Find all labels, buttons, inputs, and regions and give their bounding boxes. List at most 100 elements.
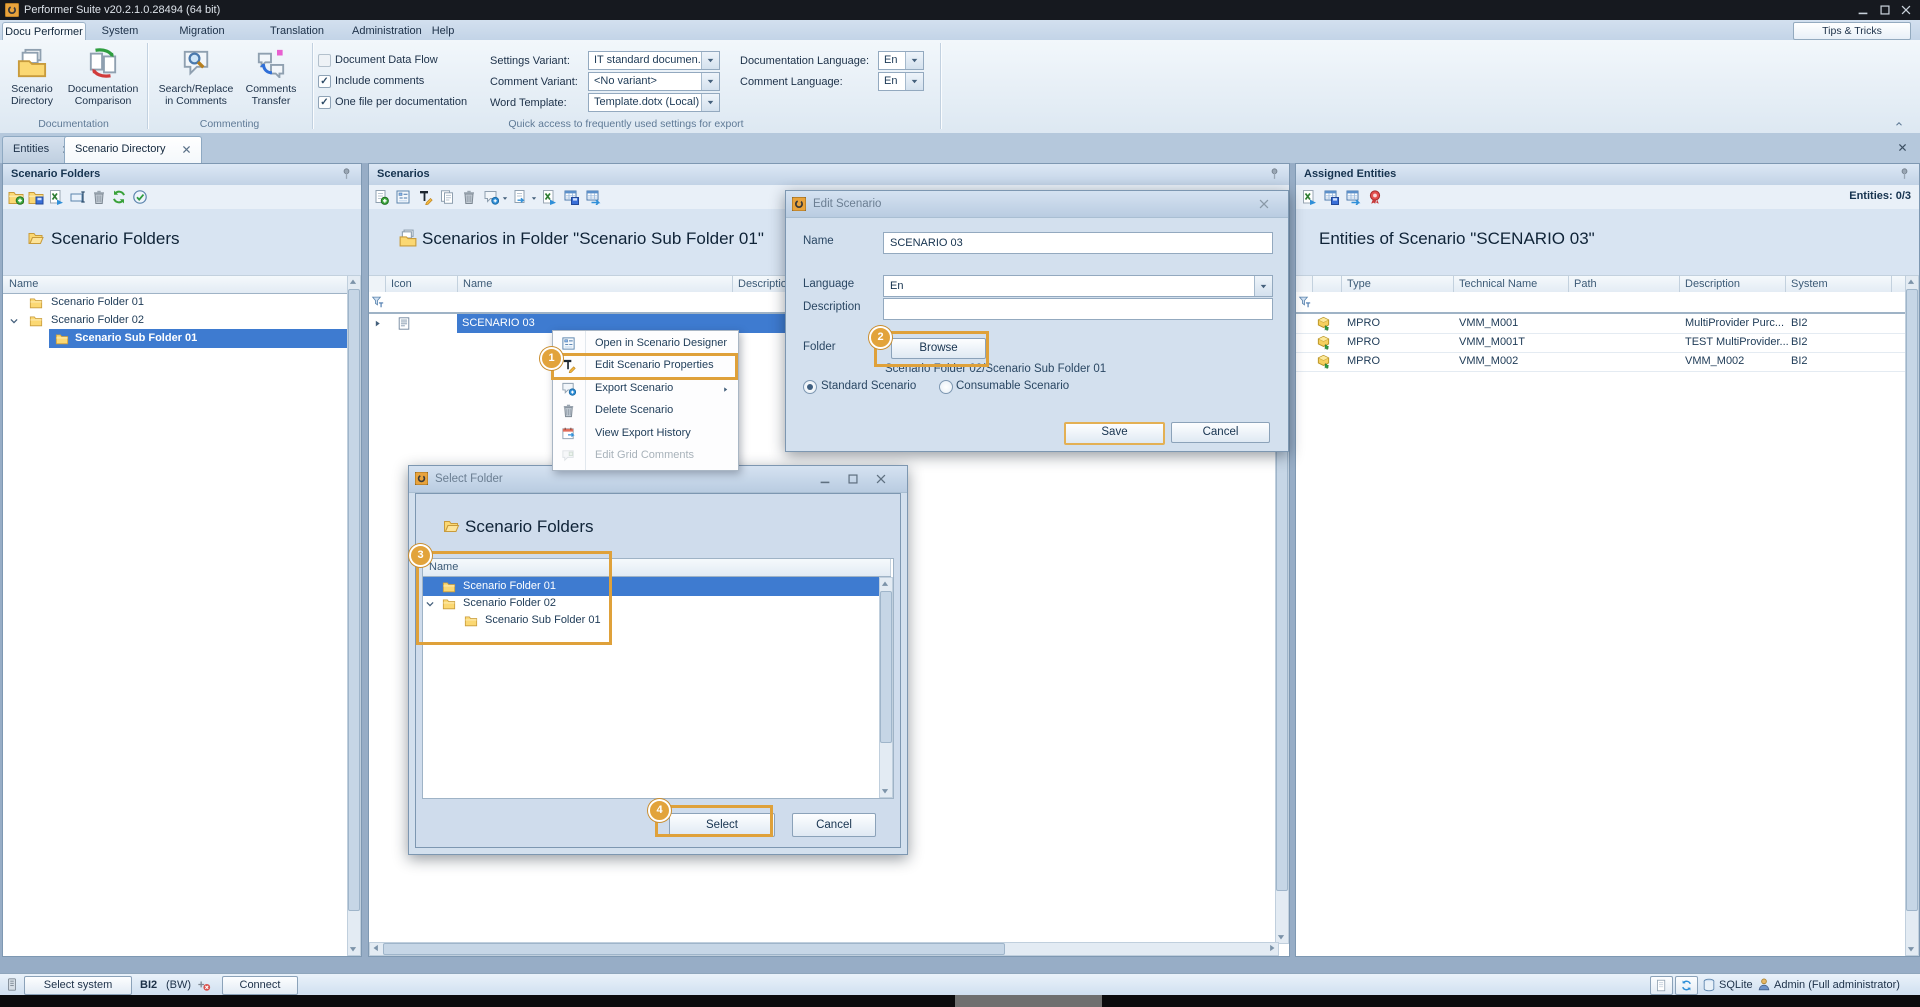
doc-tab-scenario-directory[interactable]: Scenario Directory: [64, 136, 202, 163]
tips-and-tricks-button[interactable]: Tips & Tricks: [1793, 22, 1911, 40]
dropdown-arrow[interactable]: [701, 73, 719, 90]
dropdown-arrow[interactable]: [1254, 276, 1272, 296]
entity-row[interactable]: MPRO VMM_M001T TEST MultiProvider... BI2: [1296, 333, 1907, 353]
comment-variant-select[interactable]: <No variant>: [588, 72, 720, 91]
scroll-down-icon[interactable]: [1906, 944, 1916, 954]
documentation-comparison-button[interactable]: Documentation Comparison: [60, 48, 146, 107]
dropdown-arrow[interactable]: [701, 94, 719, 111]
collapse-ribbon-icon[interactable]: [1894, 120, 1904, 128]
cancel-button[interactable]: Cancel: [1171, 422, 1270, 443]
comment-language-select[interactable]: En: [878, 72, 924, 91]
scroll-up-icon[interactable]: [880, 579, 890, 589]
tree-item-scenario-folder-01[interactable]: Scenario Folder 01: [3, 293, 349, 312]
scroll-left-icon[interactable]: [371, 943, 381, 953]
document-data-flow-checkbox[interactable]: [318, 54, 331, 67]
pin-icon[interactable]: [1898, 167, 1911, 181]
scroll-up-icon[interactable]: [1906, 277, 1916, 287]
menu-item-export-scenario[interactable]: Export Scenario: [554, 378, 737, 400]
icon-column-header[interactable]: Icon: [385, 276, 458, 293]
export-comment-icon[interactable]: [483, 189, 499, 205]
comments-transfer-button[interactable]: Comments Transfer: [238, 48, 304, 107]
menu-item-view-export-history[interactable]: View Export History: [554, 423, 737, 445]
close-icon[interactable]: [181, 144, 192, 155]
search-replace-comments-button[interactable]: Search/Replace in Comments: [156, 48, 236, 107]
scrollbar-thumb[interactable]: [1906, 289, 1918, 911]
consumable-scenario-radio[interactable]: [939, 380, 953, 394]
save-button[interactable]: Save: [1064, 422, 1165, 445]
standard-scenario-radio[interactable]: [803, 380, 817, 394]
filter-icon[interactable]: [371, 295, 384, 309]
save-grid-icon[interactable]: [1323, 189, 1339, 205]
vertical-scrollbar[interactable]: [1905, 275, 1919, 956]
export-excel-icon[interactable]: [48, 189, 64, 205]
save-grid-icon[interactable]: [563, 189, 579, 205]
type-column-header[interactable]: Type: [1341, 276, 1454, 293]
minimize-button-icon[interactable]: [1855, 3, 1871, 17]
entity-row[interactable]: MPRO VMM_M002 VMM_M002 BI2: [1296, 352, 1907, 372]
scrollbar-thumb[interactable]: [880, 591, 892, 743]
copy-icon[interactable]: [439, 189, 455, 205]
export-excel-icon[interactable]: [541, 189, 557, 205]
filter-icon[interactable]: [1298, 295, 1311, 309]
technical-name-column-header[interactable]: Technical Name: [1453, 276, 1569, 293]
tab-migration-booster[interactable]: Migration Booster: [162, 22, 242, 40]
export-document-icon[interactable]: [512, 189, 528, 205]
scroll-up-icon[interactable]: [348, 277, 358, 287]
transfer-grid-icon[interactable]: [585, 189, 601, 205]
name-column-header[interactable]: Name: [3, 276, 349, 293]
scroll-down-icon[interactable]: [880, 786, 890, 796]
add-folder-icon[interactable]: [8, 189, 24, 205]
menu-item-delete-scenario[interactable]: Delete Scenario: [554, 400, 737, 422]
dialog-close-icon[interactable]: [873, 472, 889, 486]
pin-icon[interactable]: [340, 167, 353, 181]
scrollbar-thumb[interactable]: [348, 289, 360, 911]
entity-row[interactable]: MPRO VMM_M001 MultiProvider Purc... BI2: [1296, 314, 1907, 334]
name-field[interactable]: SCENARIO 03: [883, 232, 1273, 254]
tab-translation-steward[interactable]: Translation Steward: [252, 22, 342, 40]
system-list-icon[interactable]: [5, 977, 19, 992]
remove-assignment-icon[interactable]: [1367, 189, 1383, 205]
dropdown-arrow[interactable]: [905, 73, 923, 90]
scenario-directory-button[interactable]: Scenario Directory: [6, 48, 58, 107]
pin-icon[interactable]: [1268, 167, 1281, 181]
close-all-tabs-icon[interactable]: [1897, 142, 1908, 153]
consumable-scenario-label[interactable]: Consumable Scenario: [956, 380, 1069, 392]
maximize-button-icon[interactable]: [1877, 3, 1893, 17]
refresh-icon[interactable]: [111, 189, 127, 205]
connect-button[interactable]: Connect: [222, 976, 298, 995]
delete-icon[interactable]: [91, 189, 107, 205]
new-scenario-icon[interactable]: [373, 189, 389, 205]
tab-docu-performer[interactable]: Docu Performer: [2, 22, 86, 41]
settings-variant-select[interactable]: IT standard documen...: [588, 51, 720, 70]
scroll-down-icon[interactable]: [348, 944, 358, 954]
menu-item-open-in-scenario-designer[interactable]: Open in Scenario Designer: [554, 333, 737, 355]
dropdown-caret-icon[interactable]: [530, 195, 538, 202]
language-select[interactable]: En: [883, 275, 1273, 297]
select-system-button[interactable]: Select system: [24, 976, 132, 995]
save-folder-icon[interactable]: [28, 189, 44, 205]
tab-help[interactable]: Help: [426, 22, 460, 40]
dialog-minimize-icon[interactable]: [817, 472, 833, 486]
edit-properties-icon[interactable]: [417, 189, 433, 205]
tab-administration[interactable]: Administration: [352, 22, 420, 40]
name-column-header[interactable]: Name: [457, 276, 733, 293]
scrollbar-thumb[interactable]: [383, 943, 1005, 955]
dialog-maximize-icon[interactable]: [845, 472, 861, 486]
rename-icon[interactable]: [70, 189, 86, 205]
sync-button[interactable]: [1675, 976, 1698, 995]
dialog-close-icon[interactable]: [1256, 197, 1272, 211]
tab-system-scout[interactable]: System Scout: [90, 22, 150, 40]
vertical-scrollbar[interactable]: [347, 275, 361, 956]
delete-icon[interactable]: [461, 189, 477, 205]
description-column-header[interactable]: Description: [1679, 276, 1786, 293]
log-button[interactable]: [1650, 976, 1673, 995]
one-file-per-doc-checkbox[interactable]: [318, 96, 331, 109]
edit-scenario-dialog-titlebar[interactable]: Edit Scenario: [786, 191, 1288, 218]
dropdown-arrow[interactable]: [905, 52, 923, 69]
standard-scenario-label[interactable]: Standard Scenario: [821, 380, 916, 392]
vertical-scrollbar[interactable]: [879, 577, 893, 798]
scroll-right-icon[interactable]: [1267, 943, 1277, 953]
system-column-header[interactable]: System: [1785, 276, 1892, 293]
scenario-designer-icon[interactable]: [395, 189, 411, 205]
description-field[interactable]: [883, 298, 1273, 320]
